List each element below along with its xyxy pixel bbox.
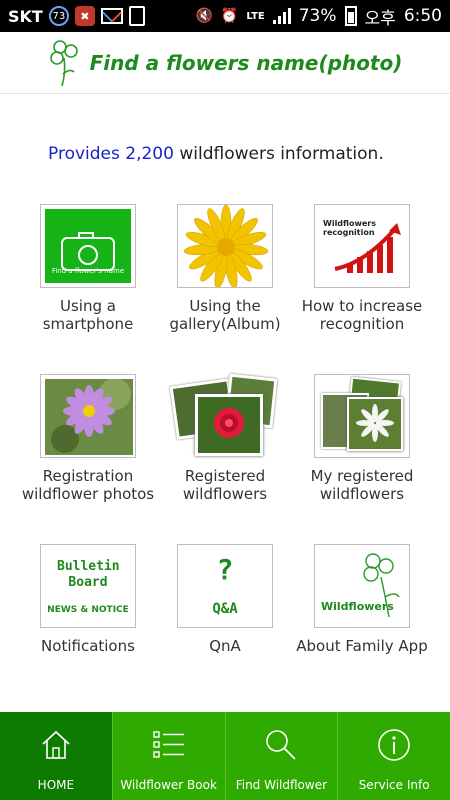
clover-logo-icon (49, 39, 78, 86)
battery-percent: 73% (298, 6, 337, 26)
tile-qna[interactable]: ? Q&A QnA (155, 544, 295, 655)
tile-label: Notifications (41, 637, 135, 655)
mail-icon (100, 8, 123, 24)
tile-increase-recognition[interactable]: Wildflowers recognition How to increase … (292, 204, 432, 333)
info-icon (378, 729, 410, 761)
lte-indicator: LTE (246, 10, 265, 22)
photo-stack-red-flower-image (169, 373, 278, 458)
tile-using-smartphone[interactable]: Find a flower's name Using a smartphone (18, 204, 158, 333)
camera-tile-image: Find a flower's name (40, 204, 136, 288)
nav-label: Service Info (358, 778, 430, 792)
clover-icon (363, 553, 400, 618)
tile-image-subcaption: NEWS & NOTICE (47, 605, 129, 615)
tile-registered-wildflowers[interactable]: Registered wildflowers (155, 373, 295, 503)
nav-home[interactable]: HOME (0, 712, 113, 800)
tile-label: About Family App (296, 637, 428, 655)
signal-icon (272, 8, 291, 24)
recognition-chart-image: Wildflowers recognition (314, 204, 410, 288)
clipboard-icon (128, 6, 145, 26)
time-ampm: 오후 (364, 8, 396, 29)
tile-label: My registered wildflowers (310, 467, 414, 503)
battery-icon (344, 6, 357, 26)
tile-label: QnA (209, 637, 241, 655)
carrier-name: SKT (8, 6, 43, 26)
qna-image: ? Q&A (177, 544, 273, 628)
tile-label: Registration wildflower photos (21, 467, 155, 503)
mute-icon: 🔇 (195, 8, 213, 24)
intro-highlight: Provides 2,200 (48, 144, 174, 164)
nav-label: Wildflower Book (120, 778, 217, 792)
wildflowers-logo-image: Wildflowers (314, 544, 410, 628)
tile-image-caption: Bulletin Board (57, 559, 120, 590)
tile-my-registered-wildflowers[interactable]: My registered wildflowers (292, 374, 432, 503)
tile-image-caption: Find a flower's name (51, 267, 125, 275)
nav-service-info[interactable]: Service Info (338, 712, 450, 800)
tile-using-gallery[interactable]: Using the gallery(Album) (155, 204, 295, 333)
question-mark-icon: ? (216, 553, 234, 586)
purple-flower-image (40, 374, 136, 458)
list-icon (152, 731, 184, 758)
tile-label: Registered wildflowers (182, 467, 268, 503)
tile-notifications[interactable]: Bulletin Board NEWS & NOTICE Notificatio… (18, 544, 158, 655)
search-icon (266, 730, 297, 760)
tile-about-family-app[interactable]: Wildflowers About Family App (292, 544, 432, 655)
intro-rest: wildflowers information. (173, 144, 384, 164)
app-title: Find a flowers name(photo) (89, 50, 403, 75)
tile-label: How to increase recognition (301, 297, 423, 333)
status-bar: SKT 73 ✖ 🔇 ⏰ LTE 73% 오후 6:50 (0, 0, 450, 32)
tile-registration-photos[interactable]: Registration wildflower photos (18, 374, 158, 503)
tile-label: Using the gallery(Album) (169, 297, 281, 333)
camera-icon (61, 232, 115, 271)
nav-label: HOME (37, 778, 75, 792)
nav-wildflower-book[interactable]: Wildflower Book (113, 712, 226, 800)
alarm-icon: ⏰ (220, 8, 239, 24)
home-icon (42, 730, 70, 759)
nav-find-wildflower[interactable]: Find Wildflower (226, 712, 339, 800)
app-header: Find a flowers name(photo) (0, 32, 450, 94)
tile-image-caption: Wildflowers (321, 600, 394, 613)
intro-text: Provides 2,200 wildflowers information. (48, 144, 384, 164)
bulletin-board-image: Bulletin Board NEWS & NOTICE (40, 544, 136, 628)
bottom-navigation: HOME Wildflower Book Find Wildflower Ser… (0, 712, 450, 800)
tile-label: Using a smartphone (42, 297, 134, 333)
time: 6:50 (403, 6, 442, 26)
nav-label: Find Wildflower (235, 778, 328, 792)
app-notification-icon: ✖ (74, 6, 95, 26)
tile-image-caption: Q&A (212, 601, 238, 617)
notification-badge: 73 (48, 6, 69, 26)
yellow-flower-image (177, 204, 273, 288)
photo-stack-white-flower-image (314, 374, 410, 458)
